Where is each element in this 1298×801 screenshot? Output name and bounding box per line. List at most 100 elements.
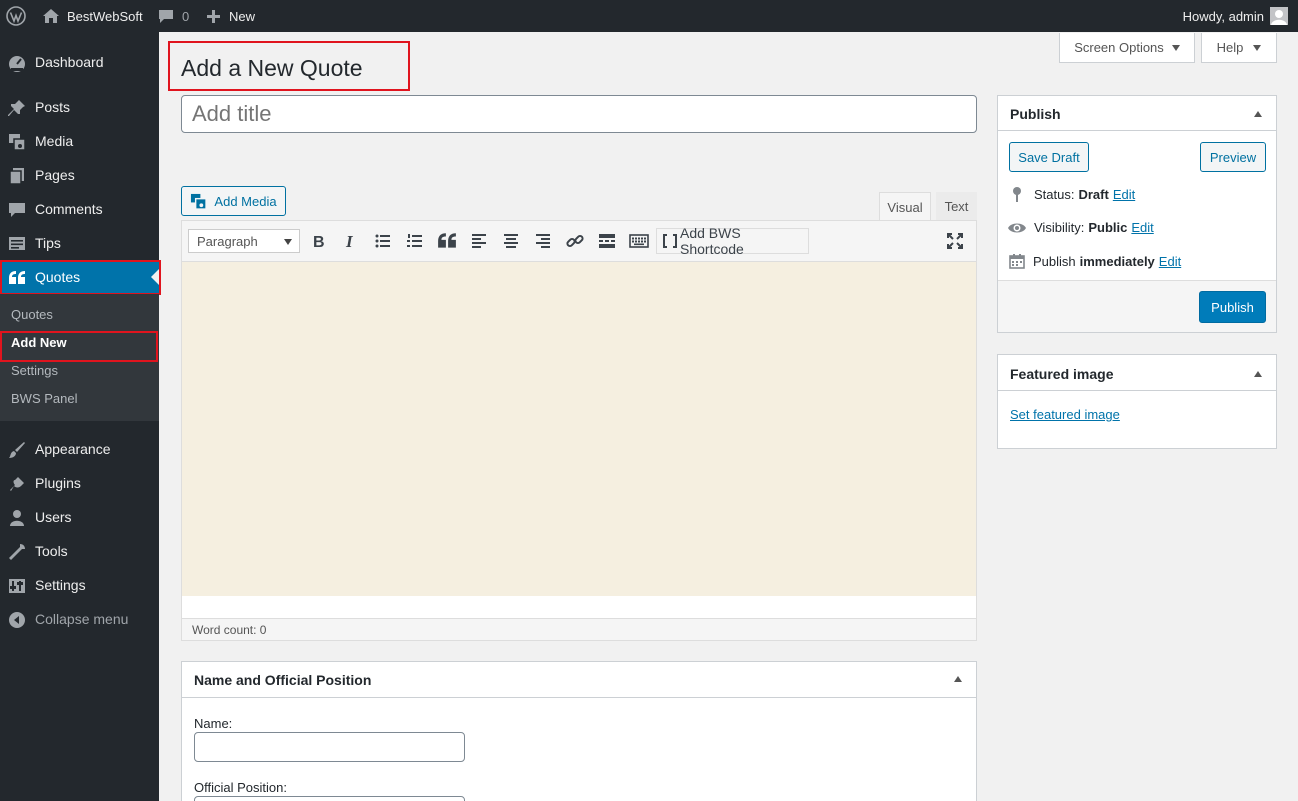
- new-content-link[interactable]: New: [206, 0, 255, 32]
- sidebar-collapse[interactable]: Collapse menu: [0, 602, 159, 636]
- submenu-bws-panel[interactable]: BWS Panel: [11, 391, 77, 406]
- sidebar-item-settings[interactable]: Settings: [0, 568, 159, 602]
- tab-text[interactable]: Text: [936, 192, 977, 220]
- sidebar-item-dashboard[interactable]: Dashboard: [0, 45, 159, 79]
- status-row: Status: Draft Edit: [1010, 186, 1135, 202]
- sidebar-item-label: Media: [35, 133, 74, 149]
- comment-icon: [158, 9, 174, 24]
- caret-down-icon: [1253, 44, 1262, 51]
- comments-link[interactable]: 0: [158, 0, 189, 32]
- screen-options-label: Screen Options: [1074, 40, 1164, 55]
- sidebar-item-comments[interactable]: Comments: [0, 192, 159, 226]
- caret-down-icon: [1171, 44, 1180, 51]
- submenu-settings[interactable]: Settings: [11, 363, 58, 378]
- collapse-arrow-icon[interactable]: [1254, 371, 1262, 377]
- publish-button-label: Publish: [1211, 299, 1254, 315]
- submenu-quotes[interactable]: Quotes: [11, 307, 53, 322]
- admin-bar: BestWebSoft 0 New Howdy, admin: [0, 0, 1298, 32]
- tab-text-label: Text: [944, 198, 969, 214]
- sidebar-item-label: Pages: [35, 167, 75, 183]
- highlight-box: [168, 41, 410, 91]
- set-featured-image-link[interactable]: Set featured image: [1010, 407, 1120, 422]
- name-position-header[interactable]: Name and Official Position: [182, 662, 976, 698]
- visibility-label: Visibility:: [1034, 220, 1085, 235]
- caret-down-icon: [284, 239, 292, 245]
- sidebar-item-label: Comments: [35, 201, 103, 217]
- site-name-link[interactable]: BestWebSoft: [42, 0, 143, 32]
- name-input[interactable]: [194, 732, 465, 762]
- add-media-button[interactable]: Add Media: [181, 186, 286, 216]
- link-button[interactable]: [565, 231, 585, 251]
- sidebar-item-label: Posts: [35, 99, 71, 115]
- screen-options-button[interactable]: Screen Options: [1059, 33, 1195, 63]
- numbered-list-button[interactable]: [405, 231, 425, 251]
- sidebar-item-posts[interactable]: Posts: [0, 90, 159, 124]
- sidebar-item-label: Tools: [35, 543, 68, 559]
- blockquote-button[interactable]: [437, 231, 457, 251]
- format-select[interactable]: Paragraph: [188, 229, 300, 253]
- avatar: [1270, 7, 1288, 25]
- fullscreen-icon[interactable]: [945, 231, 965, 251]
- highlight-box: [0, 260, 161, 295]
- sidebar-item-users[interactable]: Users: [0, 500, 159, 534]
- title-input[interactable]: [181, 95, 977, 133]
- keyboard-icon[interactable]: [629, 231, 649, 251]
- publish-button[interactable]: Publish: [1199, 291, 1266, 323]
- plugin-icon: [8, 475, 26, 493]
- sidebar-item-tools[interactable]: Tools: [0, 534, 159, 568]
- tab-visual[interactable]: Visual: [879, 192, 931, 221]
- edit-status-link[interactable]: Edit: [1113, 187, 1135, 202]
- collapse-icon: [8, 611, 26, 629]
- featured-image-title: Featured image: [1010, 366, 1114, 382]
- publish-time-row: Publish immediately Edit: [1009, 253, 1181, 269]
- bws-shortcode-button[interactable]: Add BWS Shortcode: [656, 225, 809, 257]
- publish-time-value: immediately: [1079, 253, 1155, 269]
- account-menu[interactable]: Howdy, admin: [1183, 0, 1288, 32]
- sidebar-item-tips[interactable]: Tips: [0, 226, 159, 260]
- publish-header[interactable]: Publish: [998, 96, 1276, 131]
- sidebar-item-label: Dashboard: [35, 54, 104, 70]
- save-draft-button[interactable]: Save Draft: [1009, 142, 1089, 172]
- edit-publish-time-link[interactable]: Edit: [1159, 254, 1181, 269]
- highlight-box: [0, 331, 158, 362]
- publish-title: Publish: [1010, 106, 1061, 122]
- visibility-value: Public: [1088, 220, 1128, 235]
- align-right-button[interactable]: [533, 231, 553, 251]
- save-draft-label: Save Draft: [1018, 149, 1080, 165]
- read-more-button[interactable]: [597, 231, 617, 251]
- sidebar-item-label: Appearance: [35, 441, 111, 457]
- position-label: Official Position:: [194, 780, 287, 795]
- sidebar-item-appearance[interactable]: Appearance: [0, 432, 159, 466]
- editor-content-area[interactable]: [182, 262, 976, 596]
- user-icon: [8, 509, 26, 527]
- format-select-value: Paragraph: [197, 233, 258, 249]
- site-name: BestWebSoft: [67, 8, 143, 24]
- sidebar-item-label: Plugins: [35, 475, 81, 491]
- bullet-list-button[interactable]: [373, 231, 393, 251]
- svg-text:I: I: [345, 232, 354, 251]
- collapse-arrow-icon[interactable]: [1254, 111, 1262, 117]
- publish-time-label: Publish: [1033, 253, 1076, 269]
- italic-button[interactable]: I: [341, 231, 361, 251]
- comments-count: 0: [182, 8, 190, 24]
- sidebar-item-media[interactable]: Media: [0, 124, 159, 158]
- pin-icon: [1010, 186, 1024, 202]
- align-left-button[interactable]: [469, 231, 489, 251]
- bws-shortcode-label: Add BWS Shortcode: [680, 225, 744, 257]
- preview-button[interactable]: Preview: [1200, 142, 1266, 172]
- help-button[interactable]: Help: [1201, 33, 1277, 63]
- align-center-button[interactable]: [501, 231, 521, 251]
- plus-icon: [206, 9, 221, 24]
- featured-image-header[interactable]: Featured image: [998, 355, 1276, 391]
- bold-button[interactable]: B: [309, 231, 329, 251]
- collapse-arrow-icon[interactable]: [954, 676, 962, 682]
- sidebar-item-pages[interactable]: Pages: [0, 158, 159, 192]
- sidebar-item-plugins[interactable]: Plugins: [0, 466, 159, 500]
- edit-visibility-link[interactable]: Edit: [1131, 220, 1153, 235]
- dashboard-icon: [8, 54, 26, 72]
- status-label: Status:: [1034, 186, 1075, 202]
- preview-label: Preview: [1209, 149, 1257, 165]
- new-label: New: [229, 8, 256, 24]
- position-input[interactable]: [194, 796, 465, 801]
- wordpress-logo-icon[interactable]: [6, 0, 26, 32]
